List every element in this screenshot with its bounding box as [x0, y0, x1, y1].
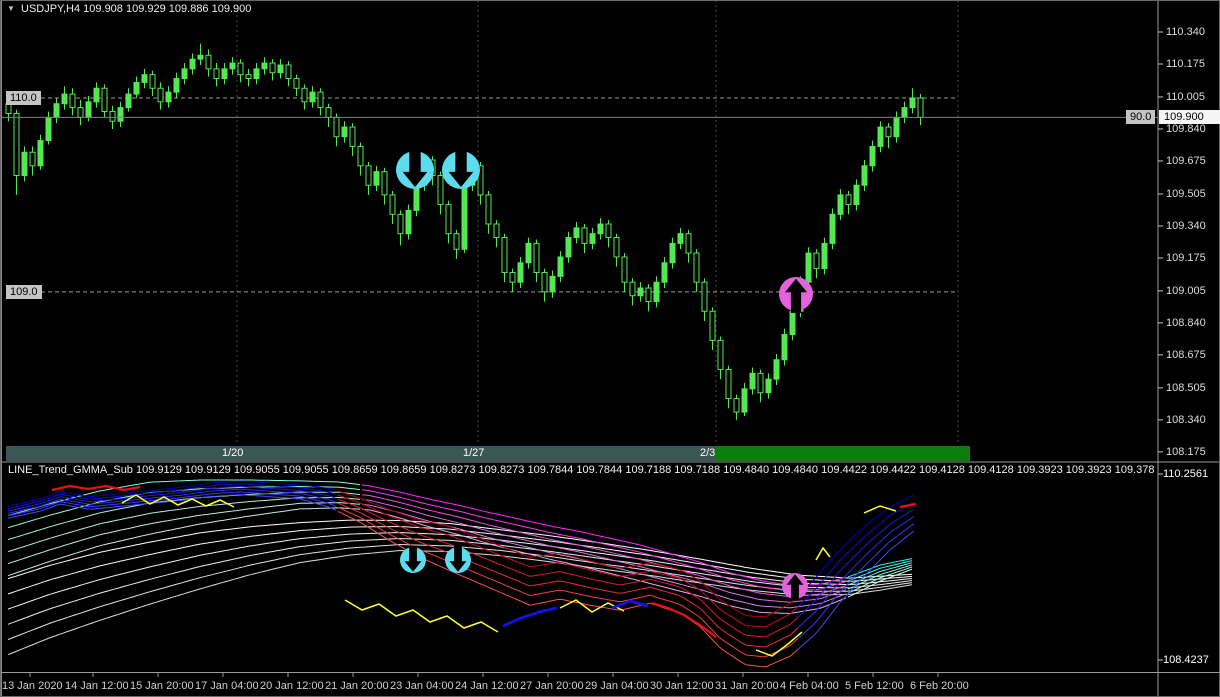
- main-signal-arrows: [396, 148, 813, 314]
- red-kink-mid: [651, 601, 717, 638]
- gmma-lines: [7, 479, 917, 668]
- candlesticks: [5, 43, 924, 420]
- yellow-zigzag-mid: [344, 599, 499, 633]
- chart-canvas[interactable]: [0, 0, 1220, 697]
- red-tip-right: [899, 502, 917, 509]
- timeline-strip: [6, 446, 970, 461]
- yellow-mark-right1: [815, 546, 831, 561]
- blue-patch-1: [502, 606, 558, 628]
- mt4-chart-window: ▼ USDJPY,H4 109.908 109.929 109.886 109.…: [0, 0, 1220, 697]
- blue-patch-2: [611, 599, 649, 610]
- panel-borders: [0, 0, 1220, 697]
- yellow-mark-right2: [863, 505, 897, 514]
- grid-lines: [6, 0, 959, 445]
